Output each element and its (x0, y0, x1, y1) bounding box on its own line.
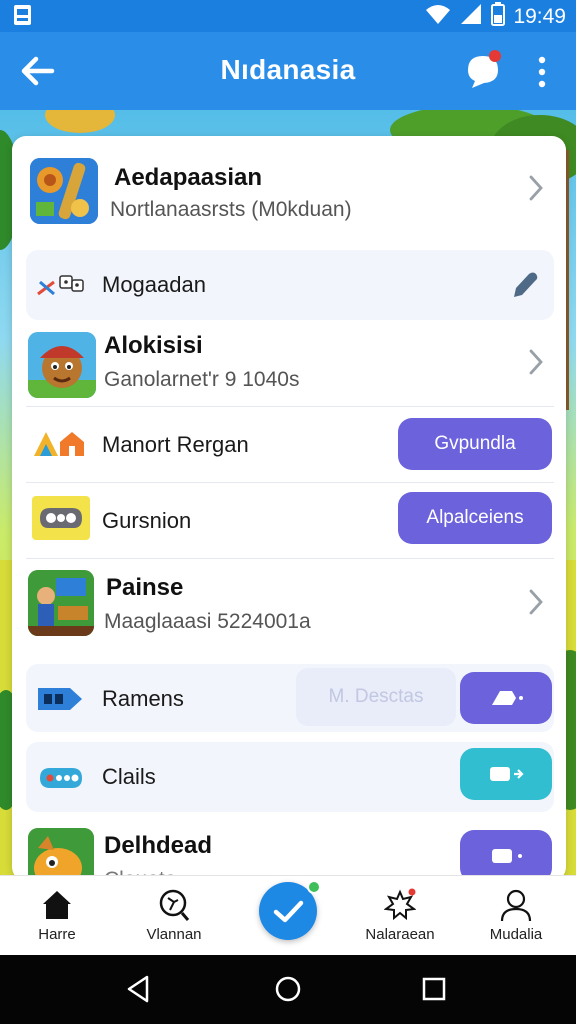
nav-item-search[interactable]: Vlannan (124, 876, 224, 956)
fab-badge (307, 880, 321, 894)
nav-label: Harre (38, 926, 76, 943)
nav-item-profile[interactable]: Mudalia (466, 876, 566, 956)
item-label: Clails (102, 764, 156, 789)
action-button[interactable]: Gvpundla (398, 418, 552, 470)
dice-icon (37, 275, 84, 296)
nav-item-home[interactable]: Harre (7, 876, 107, 956)
item-subtitle: Ganolarnet'r 9 1040s (104, 368, 300, 391)
toggle-forward-icon (490, 767, 524, 781)
toggle-dot-icon (492, 849, 522, 863)
list-item[interactable]: Aedapaasian Nortlanaasrsts (M0kduan) (12, 136, 566, 240)
edit-pencil-icon[interactable] (510, 270, 540, 300)
nav-label: Nalaraean (365, 926, 435, 943)
home-circle-icon[interactable] (272, 973, 304, 1005)
notification-star-icon (384, 888, 416, 921)
chevron-right-icon (529, 349, 543, 375)
item-label: Manort Rergan (102, 432, 249, 457)
notifications-button[interactable] (462, 48, 506, 92)
list-item[interactable]: Gursnion Alpalceiens (12, 484, 566, 556)
scene-thumb-icon (28, 570, 94, 636)
item-title: Alokisisi (104, 332, 203, 359)
search-runner-icon (159, 889, 190, 921)
nav-label: Vlannan (146, 926, 202, 943)
character-thumb-icon (28, 332, 96, 398)
system-navigation-bar (0, 955, 576, 1024)
controller-icon (40, 768, 82, 788)
more-vert-icon (538, 56, 546, 88)
list-item[interactable]: Painse Maaglaaasi 5224001a (12, 560, 566, 650)
item-subtitle: Maaglaaasi 5224001a (104, 610, 311, 633)
wifi-icon (425, 3, 451, 30)
chevron-right-icon (529, 589, 543, 615)
list-item[interactable]: Manort Rergan Gvpundla (12, 408, 566, 480)
app-bar: Nıdanasia (0, 32, 576, 110)
item-title: Painse (106, 574, 184, 601)
send-icon (492, 691, 523, 705)
status-time: 19:49 (513, 4, 566, 28)
tag-icon (38, 688, 82, 710)
battery-icon (491, 2, 506, 31)
games-list-card: Aedapaasian Nortlanaasrsts (M0kduan) Mog… (12, 136, 566, 881)
item-title: Delhdead (104, 832, 213, 859)
item-label: Gursnion (102, 508, 192, 533)
nav-item-notifications[interactable]: Nalaraean (350, 876, 450, 956)
chat-bell-icon (468, 50, 501, 88)
profile-icon (500, 889, 532, 922)
divider (26, 558, 554, 559)
divider (26, 482, 554, 483)
list-item[interactable]: Mogaadan (26, 250, 554, 320)
home-icon (43, 891, 71, 919)
action-button[interactable]: Alpalceiens (398, 492, 552, 544)
item-label: Mogaadan (102, 272, 206, 297)
shapes-icon (34, 432, 84, 456)
send-button[interactable] (460, 672, 552, 724)
toggle-button[interactable] (460, 830, 552, 881)
sim-card-icon (12, 4, 34, 31)
item-title: Aedapaasian (114, 164, 263, 191)
signal-icon (459, 3, 483, 30)
chevron-right-icon (529, 175, 543, 201)
item-subtitle: Nortlanaasrsts (M0kduan) (110, 198, 352, 221)
gamepad-icon (32, 496, 90, 540)
more-options-button[interactable] (530, 54, 554, 90)
ghost-label: M. Desctas (296, 668, 456, 726)
divider (26, 406, 554, 407)
item-label: Ramens (102, 686, 184, 711)
list-item[interactable]: Alokisisi Ganolarnet'r 9 1040s (12, 326, 566, 412)
game-thumb-icon (30, 158, 98, 224)
creature-thumb-icon (28, 828, 94, 881)
nav-label: Mudalia (489, 926, 543, 943)
forward-button[interactable] (460, 748, 552, 800)
recents-square-icon[interactable] (418, 973, 450, 1005)
back-triangle-icon[interactable] (123, 973, 155, 1005)
status-bar: 19:49 (0, 0, 576, 32)
